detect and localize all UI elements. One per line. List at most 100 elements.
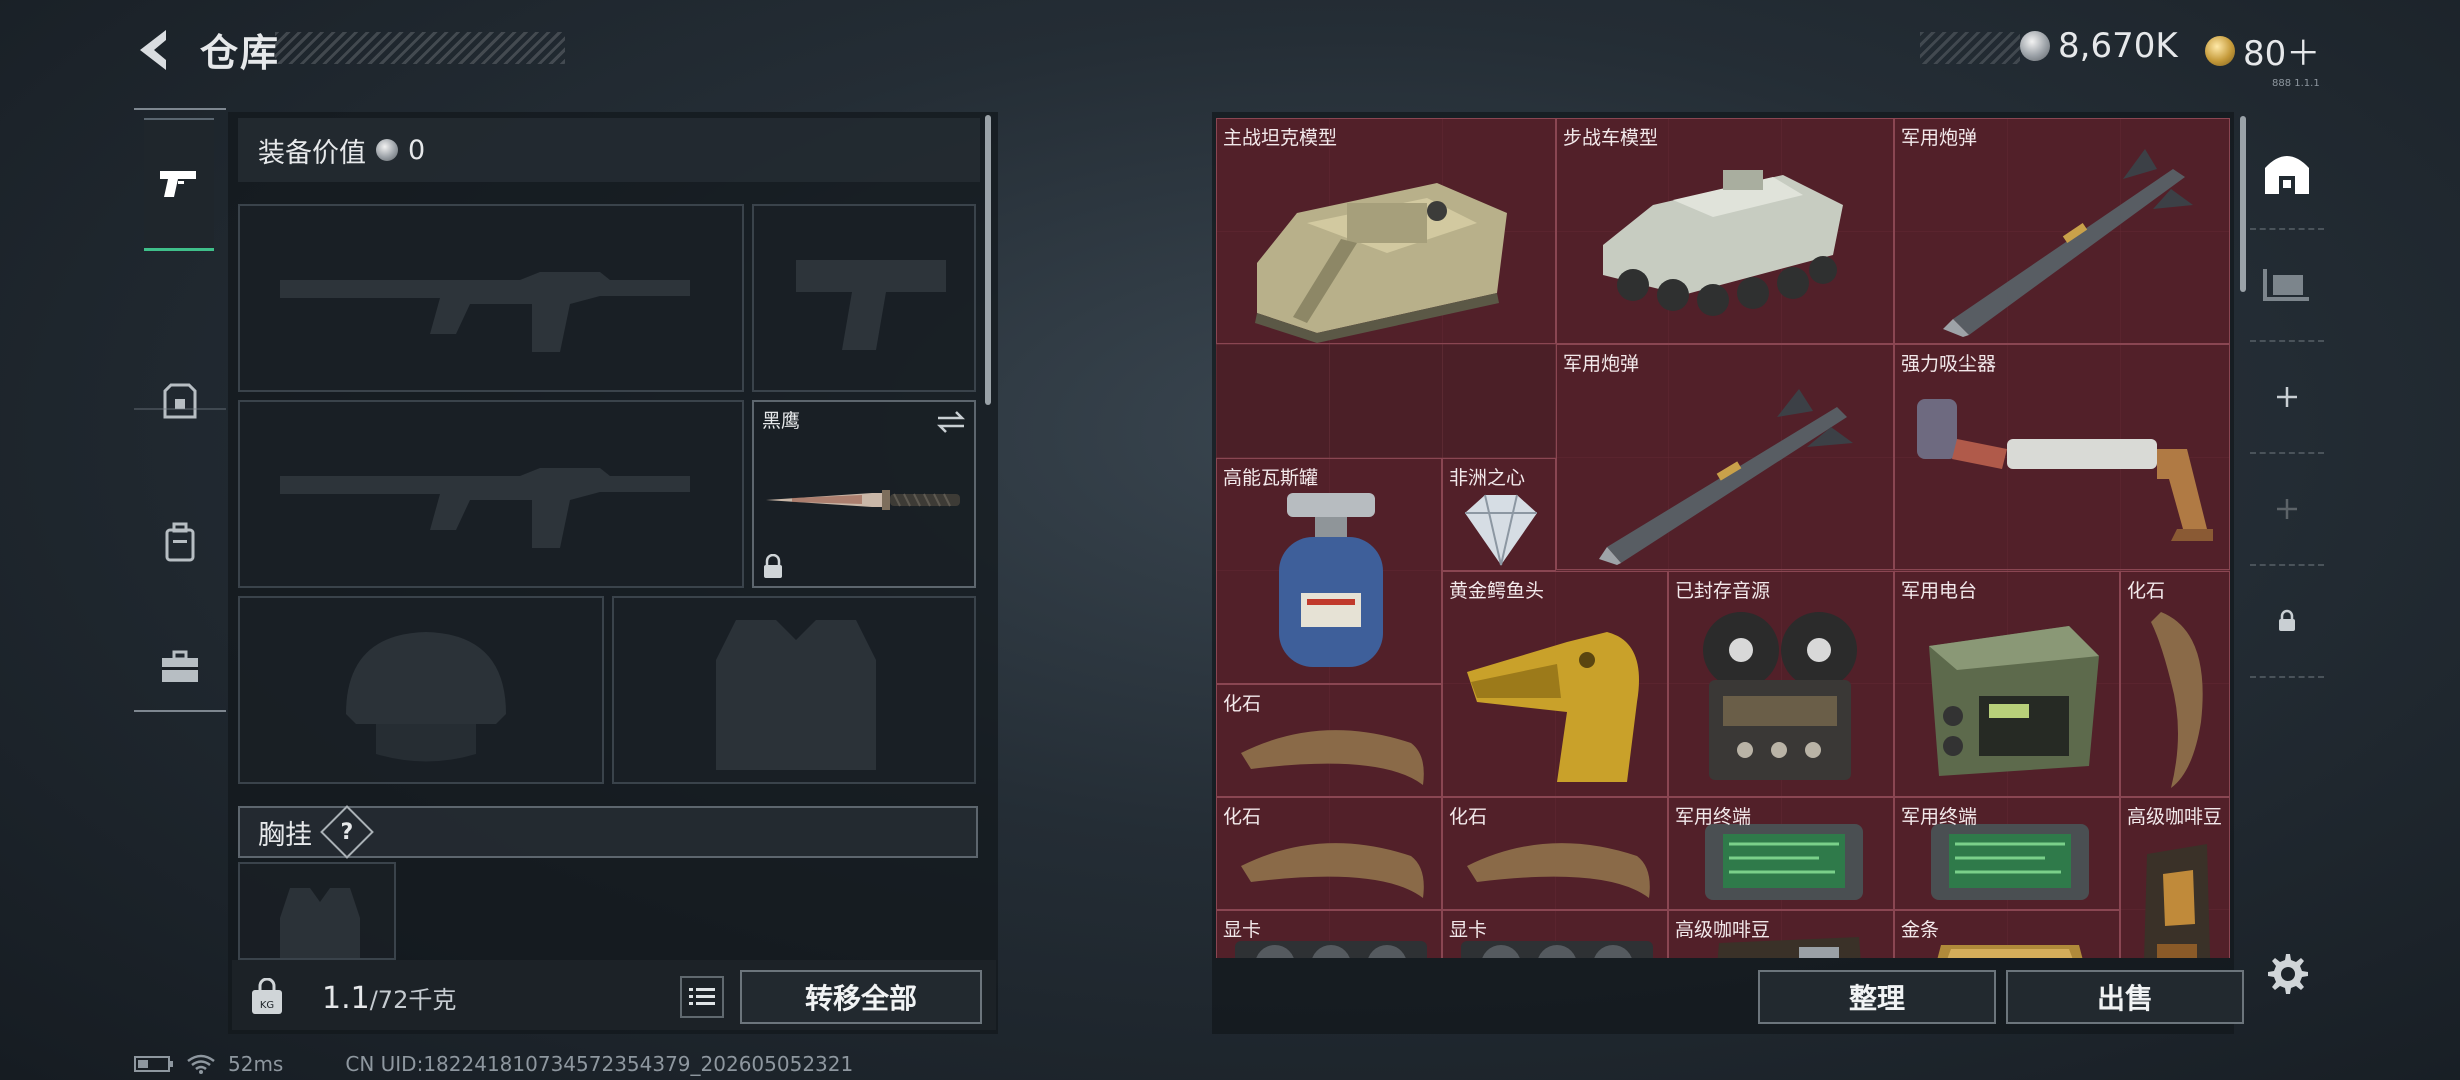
- item-label: 军用炮弹: [1563, 353, 1640, 375]
- sidearm-slot[interactable]: [752, 204, 976, 392]
- storage-tab-main[interactable]: [2250, 118, 2324, 230]
- melee-item-label: 黑鹰: [762, 410, 801, 432]
- inventory-item[interactable]: 化石: [1216, 797, 1442, 910]
- svg-text:KG: KG: [260, 1000, 274, 1011]
- item-label: 军用终端: [1675, 806, 1752, 828]
- inventory-item[interactable]: 军用终端: [1668, 797, 1894, 910]
- lock-icon: [2279, 609, 2295, 631]
- body-armor-slot[interactable]: [612, 596, 976, 784]
- currency-stripe-decor: [1920, 32, 2020, 64]
- list-icon: [689, 988, 715, 1005]
- rifle-silhouette-icon: [280, 468, 690, 548]
- gold-bar-icon: [1937, 945, 2083, 958]
- item-label: 化石: [1449, 806, 1488, 828]
- inventory-item[interactable]: 黄金鳄鱼头: [1442, 571, 1668, 797]
- tab-backpack[interactable]: [134, 498, 226, 586]
- title-stripe-decor: [275, 32, 565, 64]
- inventory-item[interactable]: 化石: [1216, 684, 1442, 797]
- storage-scrollbar[interactable]: [2240, 116, 2246, 292]
- reel-to-reel-recorder-icon: [1703, 612, 1857, 780]
- weight-icon: KG: [252, 978, 282, 1014]
- missile-icon: [1599, 389, 1853, 565]
- ifv-model-icon: [1603, 170, 1843, 316]
- tab-tools[interactable]: [134, 623, 226, 711]
- weight-current: 1.1: [322, 981, 370, 1016]
- inventory-item[interactable]: 军用炮弹: [1556, 344, 1894, 570]
- pistol-icon: [160, 171, 196, 197]
- item-label: 已封存音源: [1675, 580, 1771, 602]
- gear-icon[interactable]: [2262, 950, 2310, 998]
- inventory-item[interactable]: 非洲之心: [1442, 458, 1556, 571]
- primary-weapon-slot[interactable]: [238, 204, 744, 392]
- battery-icon: [134, 1056, 173, 1072]
- transfer-all-button[interactable]: 转移全部: [740, 970, 982, 1024]
- chest-rig-slot[interactable]: [238, 862, 396, 960]
- equipment-value-bar: 装备价值 0: [238, 118, 980, 182]
- item-label: 金条: [1901, 919, 1940, 941]
- helmet-silhouette-icon: [346, 632, 506, 762]
- silver-currency[interactable]: 8,670K: [2020, 26, 2178, 66]
- item-label: 步战车模型: [1563, 127, 1659, 149]
- weight-readout: 1.1/72千克: [322, 980, 456, 1016]
- inventory-item[interactable]: 强力吸尘器: [1894, 344, 2230, 570]
- gold-amount: 80＋: [2243, 34, 2321, 74]
- storage-tab-cart[interactable]: [2250, 230, 2324, 342]
- list-view-button[interactable]: [680, 976, 724, 1018]
- chest-rig-header: 胸挂 ?: [238, 805, 978, 859]
- inventory-item[interactable]: 高级咖啡豆: [1668, 910, 1894, 958]
- inventory-item[interactable]: 军用电台: [1894, 571, 2120, 797]
- add-storage-page-disabled: [2250, 454, 2324, 566]
- claw-fossil-icon: [1467, 843, 1650, 898]
- inventory-item[interactable]: 化石: [2120, 571, 2230, 797]
- inventory-item[interactable]: 军用炮弹: [1894, 118, 2230, 344]
- add-storage-page-button[interactable]: [2250, 342, 2324, 454]
- backpack-icon: [165, 522, 195, 562]
- inventory-item[interactable]: 金条: [1894, 910, 2120, 958]
- inventory-item[interactable]: 军用终端: [1894, 797, 2120, 910]
- coffee-bag-icon: [2144, 844, 2211, 958]
- claw-fossil-icon: [1241, 730, 1424, 785]
- wifi-icon: [187, 1054, 215, 1074]
- tab-armor[interactable]: [134, 358, 226, 446]
- inventory-item[interactable]: 主战坦克模型: [1216, 118, 1556, 344]
- equipment-scrollbar[interactable]: [985, 115, 991, 405]
- inventory-item[interactable]: 已封存音源: [1668, 571, 1894, 797]
- chest-rig-silhouette-icon: [280, 888, 360, 958]
- inventory-item[interactable]: 高能瓦斯罐: [1216, 458, 1442, 684]
- item-label: 军用终端: [1901, 806, 1978, 828]
- chest-rig-label: 胸挂: [258, 819, 312, 851]
- storage-icon: [2265, 156, 2309, 194]
- hand-cart-icon: [2263, 269, 2309, 301]
- locked-storage-page[interactable]: [2250, 566, 2324, 678]
- military-radio-icon: [1929, 626, 2099, 776]
- item-label: 显卡: [1449, 919, 1488, 941]
- gold-currency[interactable]: 80＋: [2205, 26, 2320, 75]
- uid-readout: CN UID:18224181073457235437​9_2026050523…: [345, 1052, 854, 1076]
- toolbox-icon: [162, 650, 198, 682]
- knife-icon: [766, 490, 960, 510]
- tab-weapons[interactable]: [144, 118, 214, 251]
- inventory-item[interactable]: 显卡: [1216, 910, 1442, 958]
- inventory-item[interactable]: 高级咖啡豆: [2120, 797, 2230, 958]
- item-label: 黄金鳄鱼头: [1449, 580, 1545, 602]
- item-label: 主战坦克模型: [1223, 127, 1338, 149]
- tank-model-icon: [1255, 183, 1507, 343]
- sell-button[interactable]: 出售: [2006, 970, 2244, 1024]
- plus-icon: [2277, 499, 2297, 519]
- helmet-slot[interactable]: [238, 596, 604, 784]
- melee-slot[interactable]: 黑鹰: [752, 400, 976, 588]
- equipment-category-rail: [134, 108, 226, 712]
- claw-fossil-icon: [1241, 843, 1424, 898]
- chest-help-button[interactable]: ?: [320, 805, 374, 859]
- lock-icon: [764, 554, 782, 578]
- inventory-item[interactable]: 显卡: [1442, 910, 1668, 958]
- item-label: 军用电台: [1901, 580, 1978, 602]
- inventory-item[interactable]: 化石: [1442, 797, 1668, 910]
- secondary-weapon-slot[interactable]: [238, 400, 744, 588]
- inventory-item[interactable]: 步战车模型: [1556, 118, 1894, 344]
- gold-coin-icon: [2205, 35, 2235, 66]
- equipment-value-label: 装备价值: [258, 137, 366, 169]
- swap-icon[interactable]: [936, 410, 966, 434]
- back-arrow-icon[interactable]: [132, 26, 180, 74]
- sort-button[interactable]: 整理: [1758, 970, 1996, 1024]
